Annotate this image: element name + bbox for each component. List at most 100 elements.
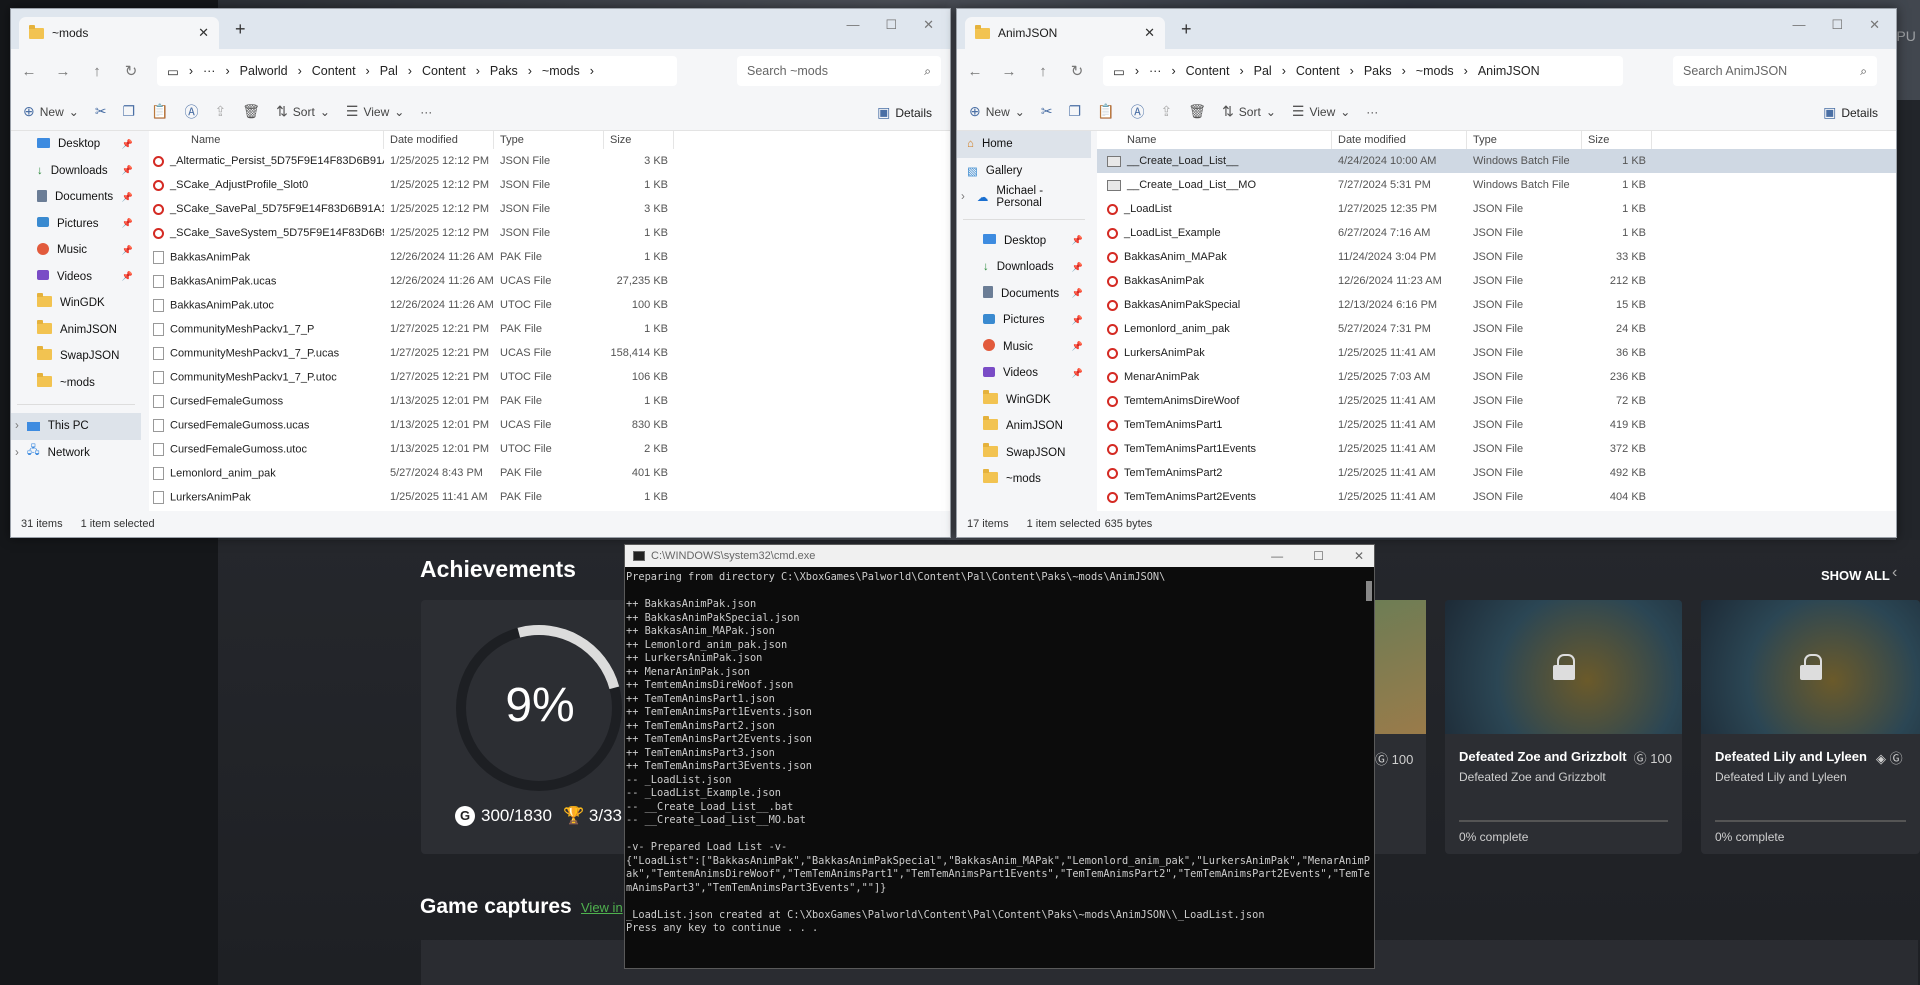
scrollbar[interactable] xyxy=(1366,581,1372,601)
paste-icon[interactable]: 📋 xyxy=(1097,103,1114,120)
table-row[interactable]: _SCake_SavePal_5D75F9E14F83D6B91A1829B4.… xyxy=(149,197,950,221)
sidebar-item-mods[interactable]: ~mods xyxy=(11,370,141,397)
table-row[interactable]: _LoadList_Example 6/27/2024 7:16 AM JSON F… xyxy=(1097,221,1896,245)
back-arrow-icon[interactable]: ← xyxy=(967,63,983,80)
up-arrow-icon[interactable]: ↑ xyxy=(1035,63,1051,80)
share-icon[interactable]: ⇪ xyxy=(215,103,227,120)
breadcrumb-item[interactable]: Pal xyxy=(380,64,398,78)
breadcrumb[interactable]: ▭ › ··· › Content › Pal › Content › Paks › ~mod… xyxy=(1103,56,1623,86)
table-row[interactable]: BakkasAnimPakSpecial 12/13/2024 6:16 PM JS… xyxy=(1097,293,1896,317)
pin-icon[interactable]: 📌 xyxy=(1072,315,1083,326)
view-button[interactable]: ☰ View ⌄ xyxy=(1292,103,1350,120)
tab-animjson[interactable]: AnimJSON ✕ xyxy=(965,17,1165,49)
sidebar-item-pictures[interactable]: Pictures 📌 xyxy=(11,211,141,238)
sidebar-item-videos[interactable]: Videos 📌 xyxy=(11,264,141,291)
breadcrumb-item[interactable]: Content xyxy=(422,64,466,78)
minimize-button[interactable]: — xyxy=(846,17,859,33)
breadcrumb-item[interactable]: Content xyxy=(312,64,356,78)
column-name[interactable]: Name xyxy=(149,131,384,149)
nav-home[interactable]: ⌂ Home xyxy=(957,131,1091,158)
maximize-button[interactable]: ☐ xyxy=(885,17,897,33)
close-tab-icon[interactable]: ✕ xyxy=(1144,25,1155,41)
rename-icon[interactable]: Ⓐ xyxy=(1131,102,1145,122)
column-type[interactable]: Type xyxy=(494,131,604,149)
table-row[interactable]: Lemonlord_anim_pak 5/27/2024 7:31 PM JSON … xyxy=(1097,317,1896,341)
sidebar-item-documents[interactable]: Documents 📌 xyxy=(957,281,1091,308)
copy-icon[interactable]: ❐ xyxy=(1069,103,1082,120)
pin-icon[interactable]: 📌 xyxy=(122,165,133,176)
back-arrow-icon[interactable]: ← xyxy=(21,63,37,80)
pin-icon[interactable]: 📌 xyxy=(122,245,133,256)
table-row[interactable]: CursedFemaleGumoss 1/13/2025 12:01 PM PAK … xyxy=(149,389,950,413)
breadcrumb-item[interactable]: Paks xyxy=(490,64,518,78)
sidebar-item-wingdk[interactable]: WinGDK xyxy=(11,290,141,317)
table-row[interactable]: CommunityMeshPackv1_7_P.ucas 1/27/2025 12… xyxy=(149,341,950,365)
cut-icon[interactable]: ✂ xyxy=(95,103,107,120)
view-button[interactable]: ☰ View ⌄ xyxy=(346,103,404,120)
table-row[interactable]: Lemonlord_anim_pak 5/27/2024 8:43 PM PAK F… xyxy=(149,461,950,485)
maximize-button[interactable]: ☐ xyxy=(1831,17,1843,33)
table-row[interactable]: LurkersAnimPak 1/25/2025 11:41 AM JSON Fil… xyxy=(1097,341,1896,365)
copy-icon[interactable]: ❐ xyxy=(123,103,136,120)
new-tab-button[interactable]: + xyxy=(1181,19,1192,40)
view-in-link[interactable]: View in xyxy=(581,900,623,915)
sidebar-item-wingdk[interactable]: WinGDK xyxy=(957,387,1091,414)
tab-mods[interactable]: ~mods ✕ xyxy=(19,17,219,49)
sidebar-item-videos[interactable]: Videos 📌 xyxy=(957,360,1091,387)
sidebar-item-music[interactable]: Music 📌 xyxy=(11,237,141,264)
nav-gallery[interactable]: ▧ Gallery xyxy=(957,158,1091,185)
sidebar-item-downloads[interactable]: ↓ Downloads 📌 xyxy=(957,254,1091,281)
search-input[interactable]: Search ~mods ⌕ xyxy=(737,56,941,86)
more-crumbs[interactable]: ··· xyxy=(203,64,216,78)
column-size[interactable]: Size xyxy=(1582,131,1652,149)
delete-icon[interactable]: 🗑 xyxy=(242,103,260,120)
column-date[interactable]: Date modified xyxy=(1332,131,1467,149)
search-input[interactable]: Search AnimJSON ⌕ xyxy=(1673,56,1877,86)
table-row[interactable]: BakkasAnimPak.utoc 12/26/2024 11:26 AM UTO… xyxy=(149,293,950,317)
table-row[interactable]: LurkersAnimPak 1/25/2025 11:41 AM PAK File… xyxy=(149,485,950,509)
close-tab-icon[interactable]: ✕ xyxy=(198,25,209,41)
refresh-icon[interactable]: ↻ xyxy=(1069,62,1085,80)
breadcrumb-item[interactable]: ~mods xyxy=(542,64,580,78)
more-crumbs[interactable]: ··· xyxy=(1149,64,1162,78)
close-button[interactable]: ✕ xyxy=(1869,17,1880,33)
breadcrumb-item[interactable]: Palworld xyxy=(240,64,288,78)
sidebar-item-downloads[interactable]: ↓ Downloads 📌 xyxy=(11,158,141,185)
close-button[interactable]: ✕ xyxy=(923,17,934,33)
table-row[interactable]: TemTemAnimsPart1Events 1/25/2025 11:41 AM… xyxy=(1097,437,1896,461)
breadcrumb-item[interactable]: AnimJSON xyxy=(1478,64,1540,78)
new-tab-button[interactable]: + xyxy=(235,19,246,40)
details-button[interactable]: ▣ Details xyxy=(877,104,932,121)
sidebar-item-this-pc[interactable]: › This PC xyxy=(11,413,141,440)
sidebar-item-network[interactable]: › 🖧 Network xyxy=(11,440,141,467)
paste-icon[interactable]: 📋 xyxy=(151,103,168,120)
maximize-button[interactable]: ☐ xyxy=(1313,549,1324,563)
forward-arrow-icon[interactable]: → xyxy=(55,63,71,80)
pin-icon[interactable]: 📌 xyxy=(122,139,133,150)
breadcrumb-item[interactable]: ~mods xyxy=(1416,64,1454,78)
pin-icon[interactable]: 📌 xyxy=(122,192,133,203)
table-row[interactable]: TemTemAnimsPart2Events 1/25/2025 11:41 AM… xyxy=(1097,485,1896,509)
close-button[interactable]: ✕ xyxy=(1354,549,1364,563)
column-type[interactable]: Type xyxy=(1467,131,1582,149)
refresh-icon[interactable]: ↻ xyxy=(123,62,139,80)
table-row[interactable]: _SCake_AdjustProfile_Slot0 1/25/2025 12:1… xyxy=(149,173,950,197)
pin-icon[interactable]: 📌 xyxy=(122,218,133,229)
table-row[interactable]: _LoadList 1/27/2025 12:35 PM JSON File 1 KB xyxy=(1097,197,1896,221)
column-size[interactable]: Size xyxy=(604,131,674,149)
breadcrumb-item[interactable]: Paks xyxy=(1364,64,1392,78)
minimize-button[interactable]: — xyxy=(1792,17,1805,33)
achievement-card[interactable]: ◈ Ⓖ Defeated Lily and Lyleen Defeated Li… xyxy=(1701,600,1920,854)
table-row[interactable]: MenarAnimPak 1/25/2025 7:03 AM JSON File 23… xyxy=(1097,365,1896,389)
table-row[interactable]: CursedFemaleGumoss.utoc 1/13/2025 12:01 P… xyxy=(149,437,950,461)
breadcrumb-item[interactable]: Content xyxy=(1186,64,1230,78)
share-icon[interactable]: ⇪ xyxy=(1161,103,1173,120)
sidebar-item-pictures[interactable]: Pictures 📌 xyxy=(957,307,1091,334)
breadcrumb-item[interactable]: Content xyxy=(1296,64,1340,78)
new-button[interactable]: ⊕ New ⌄ xyxy=(23,103,79,120)
nav-onedrive[interactable]: › ☁ Michael - Personal xyxy=(957,184,1091,211)
details-button[interactable]: ▣ Details xyxy=(1823,104,1878,121)
sidebar-item-swapjson[interactable]: SwapJSON xyxy=(11,343,141,370)
pin-icon[interactable]: 📌 xyxy=(122,271,133,282)
table-row[interactable]: _SCake_SaveSystem_5D75F9E14F83D6B91A182.… xyxy=(149,221,950,245)
